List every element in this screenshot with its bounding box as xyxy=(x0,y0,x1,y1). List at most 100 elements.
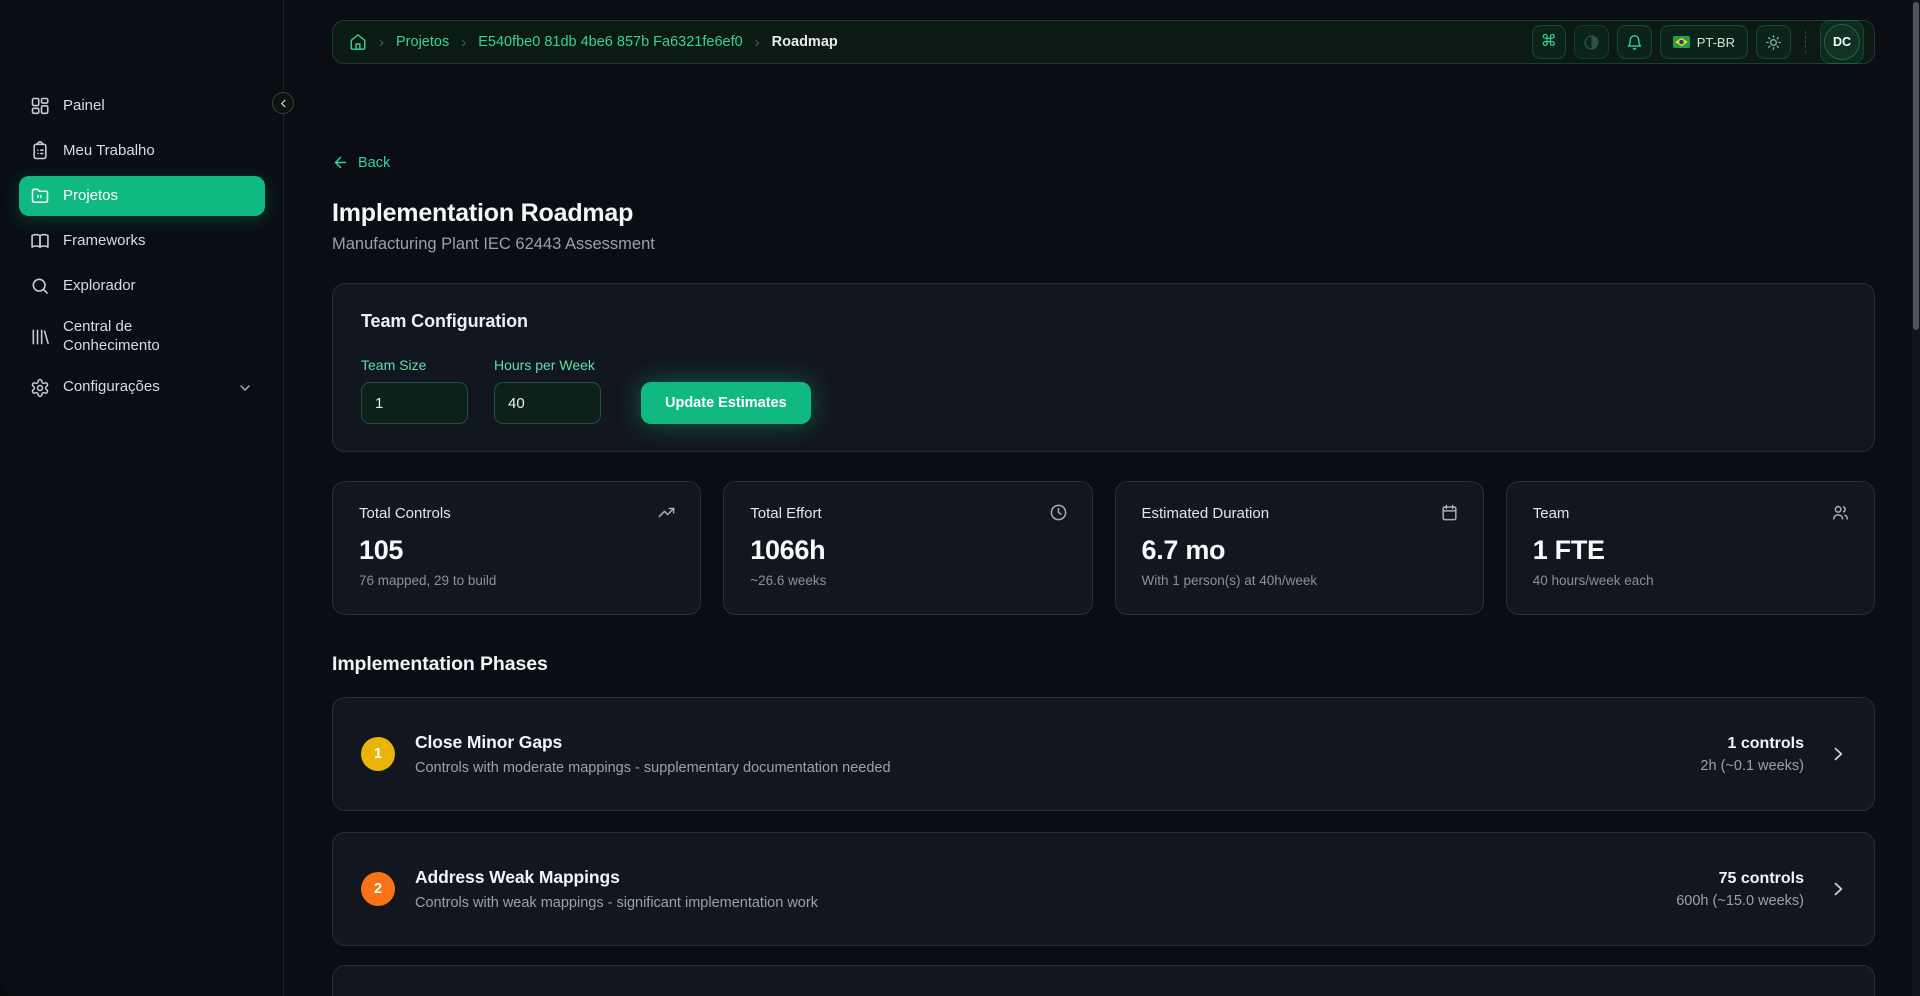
scrollbar-thumb[interactable] xyxy=(1913,2,1919,330)
team-size-input[interactable] xyxy=(361,382,468,424)
sidebar: Painel Meu Trabalho Projetos Frameworks xyxy=(0,0,284,996)
sidebar-item-explorador[interactable]: Explorador xyxy=(19,266,265,306)
breadcrumb: › Projetos › E540fbe0 81db 4be6 857b Fa6… xyxy=(349,33,838,51)
stat-subtext: 76 mapped, 29 to build xyxy=(359,573,674,588)
command-palette-button[interactable]: ⌘ xyxy=(1532,25,1566,59)
sidebar-item-central-de-conhecimento[interactable]: Central de Conhecimento xyxy=(19,311,265,363)
stat-subtext: With 1 person(s) at 40h/week xyxy=(1142,573,1457,588)
phase-effort: 600h (~15.0 weeks) xyxy=(1676,893,1804,909)
back-button[interactable]: Back xyxy=(332,154,390,171)
stat-label: Total Controls xyxy=(359,505,674,522)
chevron-right-icon xyxy=(1828,879,1848,899)
app-window: Painel Meu Trabalho Projetos Frameworks xyxy=(0,0,1920,996)
sidebar-item-frameworks[interactable]: Frameworks xyxy=(19,221,265,261)
arrow-left-icon xyxy=(332,154,349,171)
breadcrumb-current: Roadmap xyxy=(772,34,838,50)
phase-text: Address Weak Mappings Controls with weak… xyxy=(415,867,818,911)
sidebar-item-label: Explorador xyxy=(63,277,136,296)
breadcrumb-project-id[interactable]: E540fbe0 81db 4be6 857b Fa6321fe6ef0 xyxy=(478,34,742,50)
stat-value: 6.7 mo xyxy=(1142,535,1457,566)
bell-icon xyxy=(1626,34,1643,51)
stat-label: Total Effort xyxy=(750,505,1065,522)
theme-toggle-button[interactable] xyxy=(1756,25,1791,59)
stat-card-estimated-duration: Estimated Duration 6.7 mo With 1 person(… xyxy=(1115,481,1484,615)
library-icon xyxy=(30,327,50,347)
phases-section-title: Implementation Phases xyxy=(332,653,1875,676)
page-subtitle: Manufacturing Plant IEC 62443 Assessment xyxy=(332,235,1875,254)
phase-row-3-partial[interactable] xyxy=(332,965,1875,996)
team-size-label: Team Size xyxy=(361,357,468,373)
brazil-flag-icon xyxy=(1673,36,1690,48)
stat-subtext: ~26.6 weeks xyxy=(750,573,1065,588)
stat-subtext: 40 hours/week each xyxy=(1533,573,1848,588)
phase-metrics: 75 controls 600h (~15.0 weeks) xyxy=(1676,870,1804,909)
user-menu-button[interactable]: DC xyxy=(1820,20,1864,64)
back-label: Back xyxy=(358,155,390,171)
phase-row-1[interactable]: 1 Close Minor Gaps Controls with moderat… xyxy=(332,697,1875,811)
book-icon xyxy=(30,231,50,251)
hours-per-week-field: Hours per Week xyxy=(494,357,601,424)
phase-controls-count: 75 controls xyxy=(1676,870,1804,888)
avatar: DC xyxy=(1824,24,1860,60)
stat-label: Estimated Duration xyxy=(1142,505,1457,522)
main-area: › Projetos › E540fbe0 81db 4be6 857b Fa6… xyxy=(284,0,1920,996)
clipboard-icon xyxy=(30,141,50,161)
language-selector[interactable]: PT-BR xyxy=(1660,25,1748,59)
phase-description: Controls with moderate mappings - supple… xyxy=(415,760,891,776)
calendar-icon xyxy=(1440,503,1459,522)
phase-controls-count: 1 controls xyxy=(1700,735,1804,753)
phase-title: Close Minor Gaps xyxy=(415,732,891,753)
sidebar-item-label: Projetos xyxy=(63,187,118,206)
stat-value: 1 FTE xyxy=(1533,535,1848,566)
sidebar-collapse-button[interactable] xyxy=(272,92,294,114)
chevron-down-icon xyxy=(237,380,253,396)
phase-number-badge: 1 xyxy=(361,737,395,771)
chevron-left-icon xyxy=(278,98,289,109)
sidebar-item-label: Frameworks xyxy=(63,232,146,251)
sidebar-item-projetos[interactable]: Projetos xyxy=(19,176,265,216)
breadcrumb-separator: › xyxy=(461,34,466,51)
sidebar-item-label: Meu Trabalho xyxy=(63,142,155,161)
phase-row-2[interactable]: 2 Address Weak Mappings Controls with we… xyxy=(332,832,1875,946)
stats-row: Total Controls 105 76 mapped, 29 to buil… xyxy=(332,481,1875,615)
update-estimates-button[interactable]: Update Estimates xyxy=(641,382,811,424)
sidebar-item-label: Central de Conhecimento xyxy=(63,318,193,356)
page-title: Implementation Roadmap xyxy=(332,199,1875,228)
clock-icon xyxy=(1049,503,1068,522)
users-icon xyxy=(1831,503,1850,522)
command-icon: ⌘ xyxy=(1541,34,1557,50)
hours-per-week-input[interactable] xyxy=(494,382,601,424)
team-configuration-form: Team Size Hours per Week Update Estimate… xyxy=(361,357,1846,424)
topbar-actions: ⌘ PT-BR xyxy=(1532,20,1864,64)
stat-card-total-controls: Total Controls 105 76 mapped, 29 to buil… xyxy=(332,481,701,615)
team-configuration-card: Team Configuration Team Size Hours per W… xyxy=(332,283,1875,452)
contrast-icon xyxy=(1583,34,1600,51)
stat-label: Team xyxy=(1533,505,1848,522)
page-content: Back Implementation Roadmap Manufacturin… xyxy=(284,64,1920,996)
sidebar-item-label: Painel xyxy=(63,97,105,116)
phase-text: Close Minor Gaps Controls with moderate … xyxy=(415,732,891,776)
phase-number-badge: 2 xyxy=(361,872,395,906)
gear-icon xyxy=(30,378,50,398)
home-icon[interactable] xyxy=(349,33,367,51)
stat-value: 1066h xyxy=(750,535,1065,566)
team-size-field: Team Size xyxy=(361,357,468,424)
contrast-button[interactable] xyxy=(1574,25,1609,59)
topbar-divider xyxy=(1805,31,1806,53)
stat-card-team: Team 1 FTE 40 hours/week each xyxy=(1506,481,1875,615)
topbar: › Projetos › E540fbe0 81db 4be6 857b Fa6… xyxy=(332,20,1875,64)
team-configuration-title: Team Configuration xyxy=(361,311,1846,332)
sidebar-item-painel[interactable]: Painel xyxy=(19,86,265,126)
phase-title: Address Weak Mappings xyxy=(415,867,818,888)
stat-value: 105 xyxy=(359,535,674,566)
sidebar-item-configuracoes[interactable]: Configurações xyxy=(19,368,265,408)
page-scrollbar xyxy=(1912,0,1920,996)
phase-effort: 2h (~0.1 weeks) xyxy=(1700,758,1804,774)
trending-up-icon xyxy=(657,503,676,522)
notifications-button[interactable] xyxy=(1617,25,1652,59)
hours-per-week-label: Hours per Week xyxy=(494,357,601,373)
sidebar-item-meu-trabalho[interactable]: Meu Trabalho xyxy=(19,131,265,171)
phase-description: Controls with weak mappings - significan… xyxy=(415,895,818,911)
sun-icon xyxy=(1765,34,1782,51)
breadcrumb-projetos[interactable]: Projetos xyxy=(396,34,449,50)
